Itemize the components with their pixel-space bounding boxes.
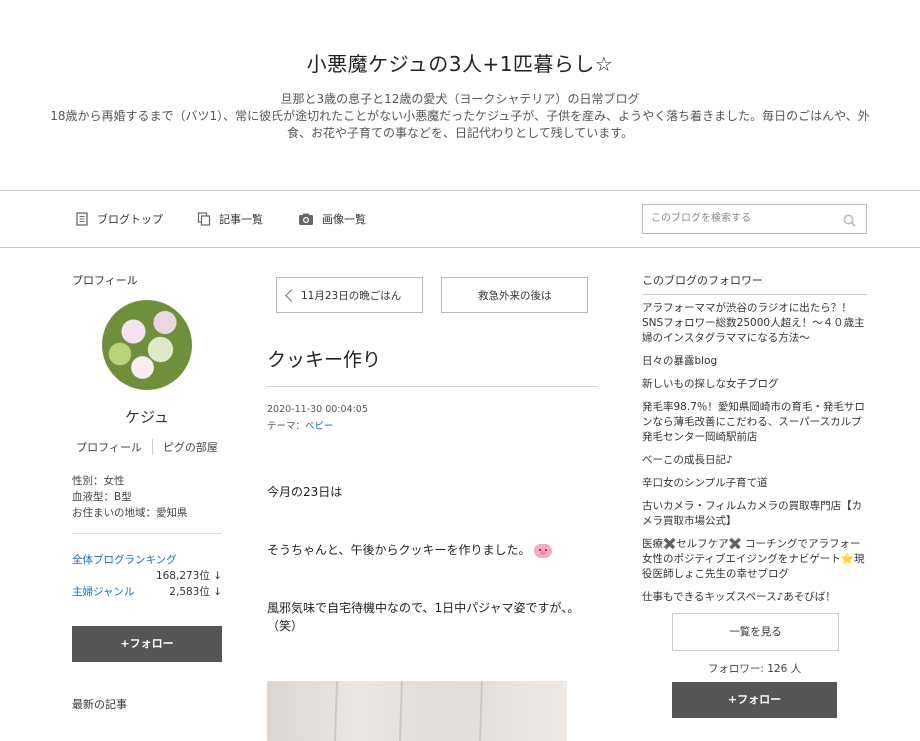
article-paragraph-row: そうちゃんと、午後からクッキーを作りました。 xyxy=(267,541,597,559)
blog-navbar: ブログトップ 記事一覧 画像一覧 xyxy=(0,191,920,248)
profile-area: お住まいの地域：愛知県 xyxy=(72,507,188,519)
profile-links: プロフィール ピグの部屋 xyxy=(72,439,222,455)
article-paragraph: 今月の23日は xyxy=(267,485,343,499)
theme-label: テーマ： xyxy=(267,421,306,432)
ranking-genre-value: 2,583位 ↓ xyxy=(169,586,222,598)
ranking-all-link[interactable]: 全体ブログランキング xyxy=(72,552,177,568)
copy-icon xyxy=(197,212,211,226)
nav-blog-top[interactable]: ブログトップ xyxy=(75,211,163,227)
profile-sidebar: プロフィール ケジュ プロフィール ピグの部屋 性別：女性 血液型：B型 お住ま… xyxy=(72,272,222,712)
follower-count: フォロワー: 126 人 xyxy=(707,663,802,675)
follower-list: アラフォーママが渋谷のラジオに出たら？！SNSフォロワー総数25000人超え！〜… xyxy=(642,301,867,605)
chevron-left-icon xyxy=(285,289,298,302)
ranking-genre-link[interactable]: 主婦ジャンル xyxy=(72,584,134,600)
article-title[interactable]: クッキー作り xyxy=(267,345,597,387)
follower-blog-link[interactable]: 仕事もできるキッズスペース♪あそびば！ xyxy=(642,590,867,605)
follower-blog-link[interactable]: 発毛率98.7％！愛知県岡崎市の育毛・発毛サロンなら薄毛改善にこだわる、スーパー… xyxy=(642,400,867,445)
follow-button[interactable]: +フォロー xyxy=(72,626,222,662)
follower-blog-link[interactable]: べーこの成長日記♪ xyxy=(642,453,867,468)
blog-description: 18歳から再婚するまで（バツ1）、常に彼氏が途切れたことがない小悪魔だったケジュ… xyxy=(50,109,870,140)
follower-blog-link[interactable]: アラフォーママが渋谷のラジオに出たら？！SNSフォロワー総数25000人超え！〜… xyxy=(642,301,867,346)
follower-blog-link[interactable]: 古いカメラ・フィルムカメラの買取専門店【カメラ買取市場公式】 xyxy=(642,499,867,529)
profile-info: 性別：女性 血液型：B型 お住まいの地域：愛知県 xyxy=(72,473,222,521)
profile-blood: 血液型：B型 xyxy=(72,491,132,503)
follower-blog-link[interactable]: 辛口女のシンプル子育て道 xyxy=(642,476,867,491)
latest-articles-heading: 最新の記事 xyxy=(72,698,127,711)
search-input[interactable] xyxy=(643,205,831,231)
nav-images-label: 画像一覧 xyxy=(322,213,366,226)
ranking-all-value: 168,273位 ↓ xyxy=(155,570,222,582)
article-theme: テーマ：ベビー xyxy=(267,418,597,435)
follower-blog-link[interactable]: 医療✖️セルフケア✖️ コーチングでアラフォー女性のポジティブエイジングをナビゲ… xyxy=(642,537,867,582)
profile-gender: 性別：女性 xyxy=(72,475,125,487)
next-article-button[interactable]: 救急外来の後は xyxy=(441,277,588,313)
article-photo[interactable] xyxy=(267,681,567,741)
blog-title[interactable]: 小悪魔ケジュの3人+1匹暮らし☆ xyxy=(0,0,920,77)
profile-name[interactable]: ケジュ xyxy=(72,406,222,427)
follow-button[interactable]: +フォロー xyxy=(672,682,837,718)
theme-link[interactable]: ベビー xyxy=(305,421,334,432)
search-icon[interactable] xyxy=(843,212,856,227)
article-paragraph: 風邪気味で自宅待機中なので、1日中パジャマ姿ですが、。（笑） xyxy=(267,601,580,633)
article-date: 2020-11-30 00:04:05 xyxy=(267,404,368,415)
pig-emoji-icon xyxy=(534,543,553,558)
blog-header: 小悪魔ケジュの3人+1匹暮らし☆ 旦那と3歳の息子と12歳の愛犬（ヨークシャテリ… xyxy=(0,0,920,191)
avatar[interactable] xyxy=(102,300,192,390)
profile-heading: プロフィール xyxy=(72,274,138,287)
profile-link[interactable]: プロフィール xyxy=(76,439,142,455)
blog-search xyxy=(642,204,867,234)
prev-article-button[interactable]: 11月23日の晩ごはん xyxy=(276,277,423,313)
article-meta: 2020-11-30 00:04:05 テーマ：ベビー xyxy=(267,401,597,435)
follower-blog-link[interactable]: 新しいもの探しな女子ブログ xyxy=(642,377,867,392)
follower-sidebar: このブログのフォロワー アラフォーママが渋谷のラジオに出たら？！SNSフォロワー… xyxy=(642,272,867,718)
article-pager: 11月23日の晩ごはん 救急外来の後は xyxy=(267,277,597,313)
ranking-all-value-row: 168,273位 ↓ xyxy=(72,568,222,584)
camera-icon xyxy=(298,212,314,226)
prev-article-label: 11月23日の晩ごはん xyxy=(301,289,402,302)
nav-articles-label: 記事一覧 xyxy=(219,213,263,226)
next-article-label: 救急外来の後は xyxy=(478,289,552,302)
nav-articles[interactable]: 記事一覧 xyxy=(197,211,263,227)
see-all-followers-button[interactable]: 一覧を見る xyxy=(672,613,839,651)
followers-heading: このブログのフォロワー xyxy=(642,272,867,295)
ranking-genre: 主婦ジャンル 2,583位 ↓ xyxy=(72,584,222,600)
article: 11月23日の晩ごはん 救急外来の後は クッキー作り 2020-11-30 00… xyxy=(267,277,597,741)
follower-blog-link[interactable]: 日々の暴露blog xyxy=(642,354,867,369)
nav-images[interactable]: 画像一覧 xyxy=(298,211,366,227)
divider xyxy=(151,439,153,455)
article-paragraph: そうちゃんと、午後からクッキーを作りました。 xyxy=(267,543,531,557)
divider xyxy=(72,533,222,534)
article-body: 今月の23日は そうちゃんと、午後からクッキーを作りました。 風邪気味で自宅待機… xyxy=(267,483,597,635)
blog-subtitle: 旦那と3歳の息子と12歳の愛犬（ヨークシャテリア）の日常ブログ xyxy=(280,92,640,106)
ranking-all: 全体ブログランキング xyxy=(72,552,222,568)
pigg-room-link[interactable]: ピグの部屋 xyxy=(163,439,218,455)
document-icon xyxy=(75,212,89,226)
nav-blog-top-label: ブログトップ xyxy=(97,213,163,226)
